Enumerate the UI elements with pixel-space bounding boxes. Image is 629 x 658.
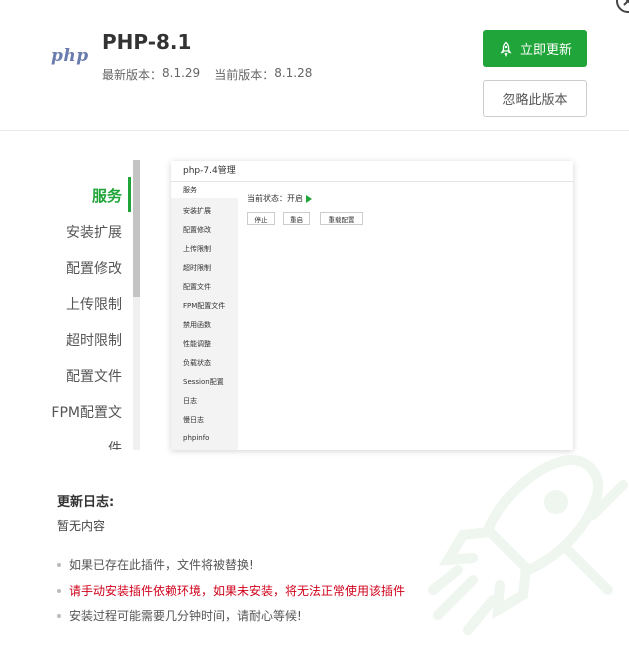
feature-menu: 服务 安装扩展 配置修改 上传限制 超时限制 配置文件 FPM配置文 件	[0, 160, 133, 450]
preview-sidebar: 服务 安装扩展 配置修改 上传限制 超时限制 配置文件 FPM配置文件 禁用函数…	[171, 182, 238, 450]
menu-item-service[interactable]: 服务	[92, 185, 122, 206]
preview-menu-item: 安装扩展	[183, 207, 211, 215]
install-note-text: 请手动安装插件依赖环境，如果未安装，将无法正常使用该插件	[69, 584, 406, 598]
ignore-version-button[interactable]: 忽略此版本	[483, 80, 587, 117]
bullet-icon	[57, 613, 61, 618]
latest-version-value: 8.1.29	[162, 66, 201, 80]
update-now-button[interactable]: 立即更新	[483, 30, 587, 67]
preview-menu-item: 配置修改	[183, 226, 211, 234]
menu-item-upload-limit[interactable]: 上传限制	[66, 294, 122, 314]
menu-scrollbar-thumb[interactable]	[133, 160, 140, 297]
preview-menu-item: 配置文件	[183, 283, 211, 291]
preview-menu-item: Session配置	[183, 378, 224, 386]
current-version: 当前版本： 8.1.28	[214, 66, 312, 83]
preview-menu-item: 慢日志	[183, 416, 204, 424]
preview-reload-button: 重载配置	[320, 212, 363, 225]
preview-restart-button: 重启	[283, 212, 310, 225]
current-version-label: 当前版本：	[214, 68, 275, 82]
rocket-icon	[500, 41, 512, 57]
preview-menu-item: 上传限制	[183, 245, 211, 253]
php-logo: php	[51, 46, 89, 66]
plugin-name: PHP-8.1	[102, 30, 192, 54]
preview-menu-item: phpinfo	[183, 434, 210, 442]
preview-menu-item: 服务	[171, 182, 238, 198]
preview-title: php-7.4管理	[171, 161, 573, 182]
install-note: 安装过程可能需要几分钟时间，请耐心等候!	[57, 607, 302, 624]
bullet-icon	[57, 562, 61, 567]
current-version-value: 8.1.28	[274, 66, 313, 80]
install-note-text: 安装过程可能需要几分钟时间，请耐心等候!	[69, 609, 302, 623]
play-icon	[306, 194, 312, 203]
menu-item-fpm-config[interactable]: FPM配置文	[51, 402, 122, 422]
preview-menu-item: 禁用函数	[183, 321, 211, 329]
changelog-body: 暂无内容	[57, 519, 106, 533]
menu-item-fpm-config-continued[interactable]: 件	[108, 438, 122, 450]
update-now-label: 立即更新	[519, 43, 572, 58]
plugin-header: php PHP-8.1 最新版本： 8.1.29 当前版本： 8.1.28 立即更新…	[0, 0, 629, 131]
install-note-text: 如果已存在此插件，文件将被替换!	[69, 558, 254, 572]
menu-active-indicator	[128, 177, 131, 212]
bullet-icon	[57, 588, 61, 593]
preview-menu-item: 负载状态	[183, 359, 211, 367]
preview-menu-item: 性能调整	[183, 340, 211, 348]
menu-item-config-file[interactable]: 配置文件	[66, 366, 122, 386]
preview-menu-item: 日志	[183, 397, 197, 405]
menu-item-extensions[interactable]: 安装扩展	[66, 222, 122, 242]
version-info: 最新版本： 8.1.29 当前版本： 8.1.28	[102, 66, 312, 83]
preview-menu-item: FPM配置文件	[183, 302, 226, 310]
menu-item-config-edit[interactable]: 配置修改	[66, 258, 122, 278]
preview-status-text: 当前状态：开启	[247, 194, 303, 203]
preview-menu-item: 超时限制	[183, 264, 211, 272]
menu-item-timeout-limit[interactable]: 超时限制	[66, 330, 122, 350]
install-note-warning: 请手动安装插件依赖环境，如果未安装，将无法正常使用该插件	[57, 582, 405, 599]
rocket-watermark-icon	[428, 454, 628, 635]
close-icon	[623, 0, 629, 6]
latest-version: 最新版本： 8.1.29	[102, 66, 200, 83]
feature-preview-image: php-7.4管理 服务 安装扩展 配置修改 上传限制 超时限制 配置文件 FP…	[171, 161, 573, 450]
latest-version-label: 最新版本：	[102, 68, 163, 82]
preview-stop-button: 停止	[247, 212, 275, 225]
install-note: 如果已存在此插件，文件将被替换!	[57, 556, 254, 573]
preview-status: 当前状态：开启	[247, 193, 312, 204]
changelog-title: 更新日志:	[57, 495, 115, 510]
